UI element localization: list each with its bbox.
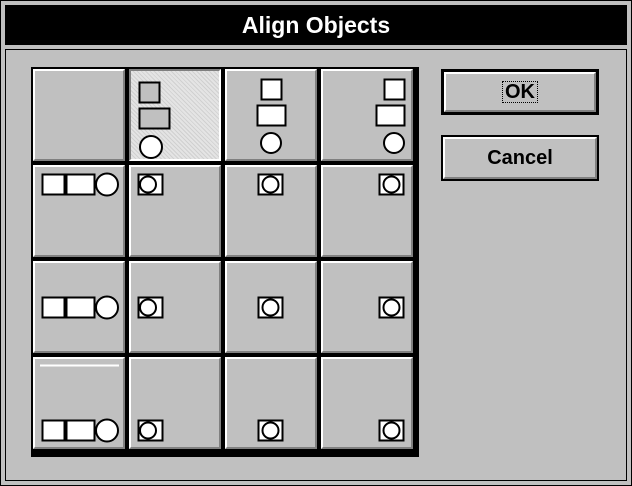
align-top-center-icon	[257, 173, 284, 196]
align-option-bottom-row[interactable]	[33, 357, 125, 449]
align-option-middle-left[interactable]	[129, 261, 221, 353]
cancel-button[interactable]: Cancel	[441, 135, 599, 181]
align-option-top-row[interactable]	[33, 165, 125, 257]
cancel-button-label: Cancel	[487, 146, 553, 169]
dialog-title-bar[interactable]: Align Objects	[5, 5, 627, 45]
align-top-horizontal-icon	[41, 172, 119, 197]
alignment-grid	[31, 67, 419, 457]
align-option-top-center[interactable]	[225, 165, 317, 257]
align-top-right-icon	[378, 173, 405, 196]
align-option-bottom-right[interactable]	[321, 357, 413, 449]
align-bottom-left-icon	[137, 419, 164, 442]
align-bottom-horizontal-icon	[40, 364, 119, 443]
align-right-vertical-icon	[375, 78, 406, 154]
align-bottom-center-icon	[257, 419, 284, 442]
align-objects-dialog: Align Objects OK Cancel	[0, 0, 632, 486]
align-bottom-right-icon	[378, 419, 405, 442]
cancel-button-face: Cancel	[443, 137, 597, 179]
ok-button[interactable]: OK	[441, 69, 599, 115]
align-option-bottom-left[interactable]	[129, 357, 221, 449]
align-option-middle-center[interactable]	[225, 261, 317, 353]
align-center-vertical-icon	[256, 78, 287, 154]
align-left-vertical-icon	[138, 81, 171, 159]
align-middle-center-icon	[257, 296, 284, 319]
align-option-bottom-center[interactable]	[225, 357, 317, 449]
align-middle-left-icon	[137, 296, 164, 319]
align-middle-horizontal-icon	[41, 295, 119, 320]
align-option-middle-row[interactable]	[33, 261, 125, 353]
align-top-left-icon	[137, 173, 164, 196]
ok-button-label: OK	[502, 81, 538, 103]
align-option-left-column[interactable]	[129, 69, 221, 161]
align-option-middle-right[interactable]	[321, 261, 413, 353]
align-option-center-column[interactable]	[225, 69, 317, 161]
align-option-right-column[interactable]	[321, 69, 413, 161]
align-option-top-right[interactable]	[321, 165, 413, 257]
align-option-none[interactable]	[33, 69, 125, 161]
align-option-top-left[interactable]	[129, 165, 221, 257]
align-middle-right-icon	[378, 296, 405, 319]
ok-button-face: OK	[444, 72, 596, 112]
dialog-title: Align Objects	[241, 11, 391, 38]
